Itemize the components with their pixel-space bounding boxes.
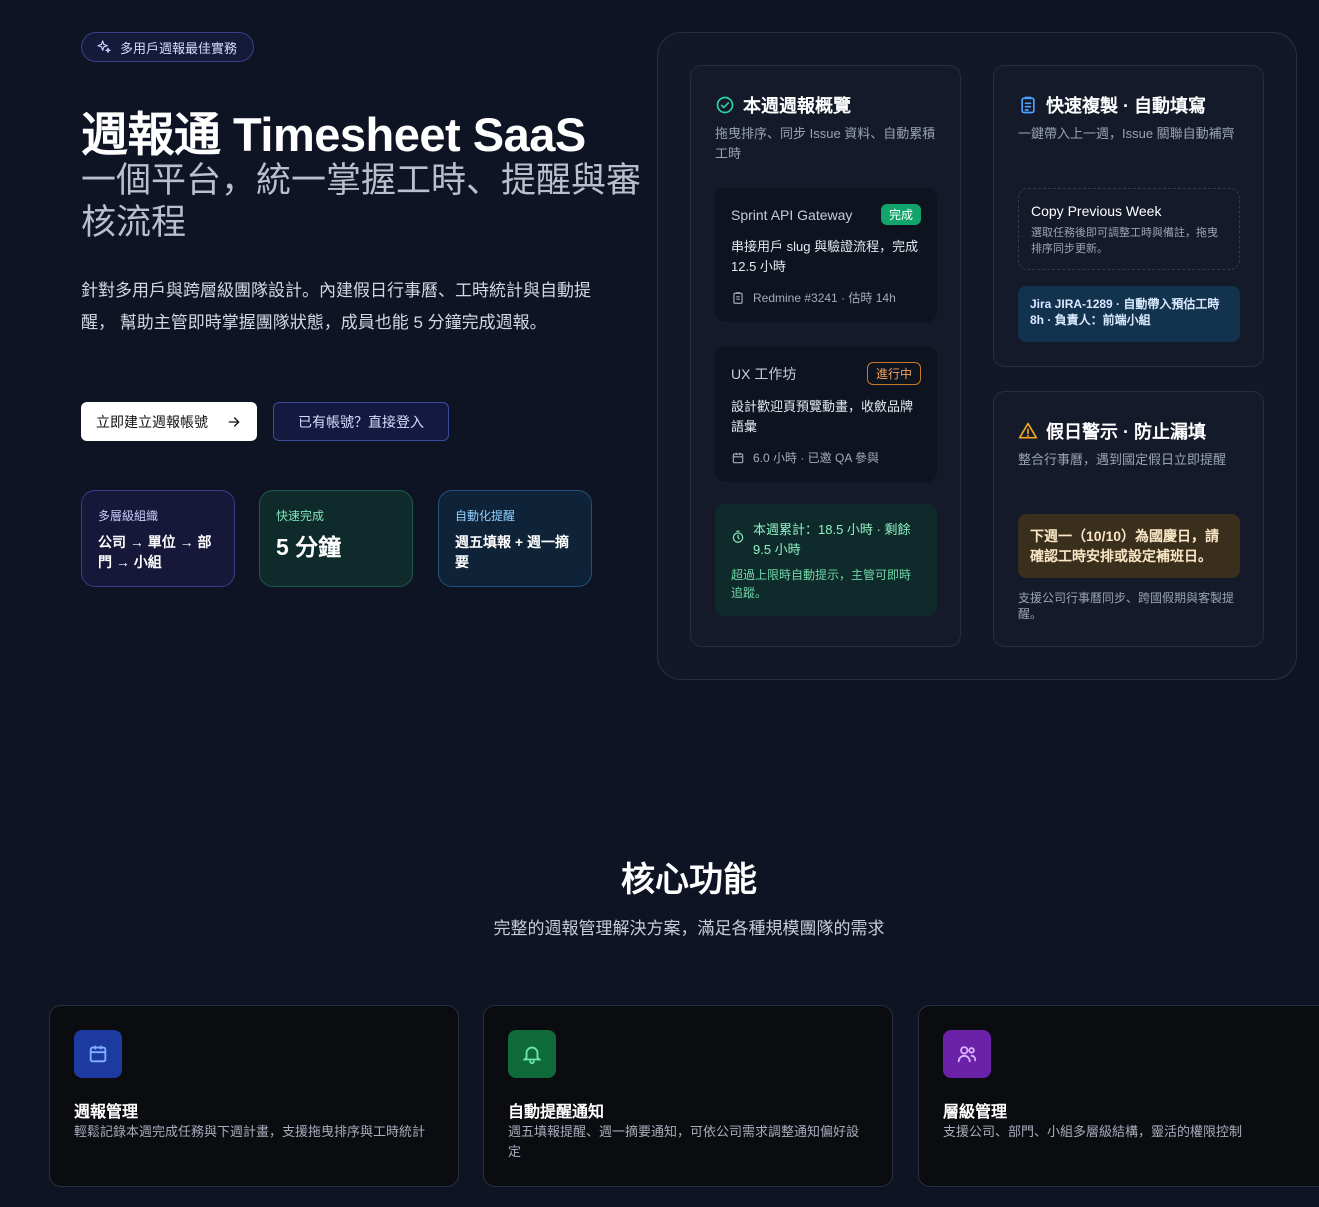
signup-button-label: 立即建立週報帳號 — [96, 413, 208, 430]
page-title: 週報通 Timesheet SaaS — [81, 108, 586, 161]
task-body: 串接用戶 slug 與驗證流程，完成 12.5 小時 — [731, 239, 919, 274]
copy-title: 快速複製 · 自動填寫 — [1018, 92, 1206, 118]
holiday-title: 假日警示 · 防止漏填 — [1018, 418, 1206, 444]
stat-card-speed: 快速完成 5 分鐘 — [259, 490, 413, 587]
jira-issue-chip[interactable]: Jira JIRA-1289 · 自動帶入預估工時 8h · 負責人：前端小組 — [1018, 286, 1240, 342]
task-name: UX 工作坊 — [731, 365, 797, 382]
status-badge: 完成 — [880, 204, 921, 225]
overview-subtitle: 拖曳排序、同步 Issue 資料、自動累積工時 — [715, 126, 936, 161]
task-item[interactable]: Sprint API Gateway 完成 串接用戶 slug 與驗證流程，完成… — [715, 188, 937, 322]
login-button[interactable]: 已有帳號？直接登入 — [273, 402, 449, 441]
check-circle-icon — [715, 95, 735, 115]
copy-previous-week-box[interactable]: Copy Previous Week 選取任務後即可調整工時與備註，拖曳排序同步… — [1018, 188, 1240, 270]
hero-description: 針對多用戶與跨層級團隊設計。內建假日行事曆、工時統計與自動提醒， 幫助主管即時掌… — [81, 281, 591, 332]
arrow-right-icon — [226, 414, 242, 430]
overview-card: 本週週報概覽 拖曳排序、同步 Issue 資料、自動累積工時 Sprint AP… — [690, 65, 961, 647]
stat-label: 多層級組織 — [98, 509, 159, 523]
stat-card-reminder: 自動化提醒 週五填報 + 週一摘要 — [438, 490, 592, 587]
copy-box-desc: 選取任務後即可調整工時與備註，拖曳排序同步更新。 — [1031, 227, 1218, 255]
status-badge: 進行中 — [866, 362, 921, 385]
features-title: 核心功能 — [621, 861, 757, 899]
clipboard-icon — [1018, 95, 1038, 115]
hero-badge-label: 多用戶週報最佳實務 — [120, 40, 238, 56]
stat-label: 自動化提醒 — [455, 509, 516, 523]
stat-value: 公司 → 單位 → 部門 → 小組 — [98, 534, 212, 570]
task-body: 設計歡迎頁預覽動畫，收斂品牌語彙 — [731, 399, 914, 434]
holiday-note: 支援公司行事曆同步、跨國假期與客製提醒。 — [1018, 591, 1235, 621]
hours-summary: 本週累計：18.5 小時 · 剩餘 9.5 小時 超過上限時自動提示，主管可即時… — [715, 504, 937, 616]
copy-card: 快速複製 · 自動填寫 一鍵帶入上一週，Issue 關聯自動補齊 Copy Pr… — [993, 65, 1264, 367]
feature-desc: 週五填報提醒、週一摘要通知，可依公司需求調整通知偏好設定 — [508, 1124, 860, 1159]
feature-title: 週報管理 — [74, 1104, 139, 1121]
clipboard-icon — [731, 291, 745, 305]
calendar-icon — [731, 451, 745, 465]
task-name: Sprint API Gateway — [731, 206, 853, 223]
stat-card-org: 多層級組織 公司 → 單位 → 部門 → 小組 — [81, 490, 235, 587]
summary-main: 本週累計：18.5 小時 · 剩餘 9.5 小時 — [753, 522, 911, 557]
timer-icon — [731, 520, 745, 560]
feature-card-hierarchy: 層級管理 支援公司、部門、小組多層級結構，靈活的權限控制 — [918, 1005, 1319, 1187]
bell-icon — [508, 1030, 556, 1078]
warning-icon — [1018, 421, 1038, 441]
hero-badge: 多用戶週報最佳實務 — [81, 32, 255, 62]
task-item[interactable]: UX 工作坊 進行中 設計歡迎頁預覽動畫，收斂品牌語彙 6.0 小時 · 已邀 … — [715, 346, 937, 482]
holiday-card: 假日警示 · 防止漏填 整合行事曆，遇到國定假日立即提醒 下週一（10/10）為… — [993, 391, 1264, 647]
calendar-icon — [74, 1030, 122, 1078]
sparkle-icon — [96, 39, 112, 55]
feature-card-timesheet: 週報管理 輕鬆記錄本週完成任務與下週計畫，支援拖曳排序與工時統計 — [49, 1005, 459, 1187]
overview-title: 本週週報概覽 — [715, 92, 851, 118]
copy-box-title: Copy Previous Week — [1031, 203, 1162, 219]
stat-value: 5 分鐘 — [276, 534, 342, 560]
stat-value: 週五填報 + 週一摘要 — [455, 534, 569, 570]
features-subtitle: 完整的週報管理解決方案，滿足各種規模團隊的需求 — [493, 919, 885, 938]
feature-card-reminder: 自動提醒通知 週五填報提醒、週一摘要通知，可依公司需求調整通知偏好設定 — [483, 1005, 893, 1187]
feature-desc: 輕鬆記錄本週完成任務與下週計畫，支援拖曳排序與工時統計 — [74, 1124, 426, 1139]
signup-button[interactable]: 立即建立週報帳號 — [81, 402, 257, 441]
holiday-subtitle: 整合行事曆，遇到國定假日立即提醒 — [1018, 452, 1227, 467]
copy-subtitle: 一鍵帶入上一週，Issue 關聯自動補齊 — [1018, 126, 1235, 141]
feature-desc: 支援公司、部門、小組多層級結構，靈活的權限控制 — [943, 1124, 1243, 1139]
holiday-alert: 下週一（10/10）為國慶日，請確認工時安排或設定補班日。 — [1018, 514, 1240, 578]
feature-title: 層級管理 — [943, 1104, 1008, 1121]
page-subtitle: 一個平台，統一掌握工時、提醒與審核流程 — [81, 161, 642, 242]
stat-label: 快速完成 — [276, 509, 325, 523]
summary-note: 超過上限時自動提示，主管可即時追蹤。 — [731, 568, 912, 600]
feature-title: 自動提醒通知 — [508, 1104, 605, 1121]
users-icon — [943, 1030, 991, 1078]
task-meta: Redmine #3241 · 估時 14h — [753, 291, 896, 305]
task-meta: 6.0 小時 · 已邀 QA 參與 — [753, 451, 880, 465]
